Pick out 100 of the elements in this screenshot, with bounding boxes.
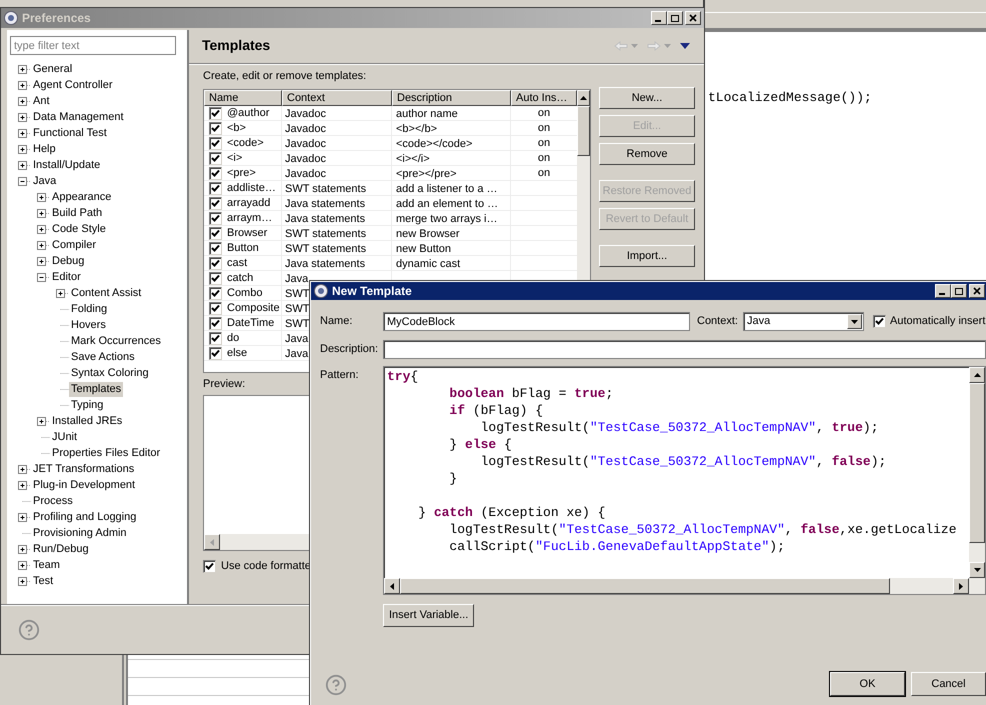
checkbox[interactable] xyxy=(209,272,222,284)
tree-item[interactable]: Content Assist xyxy=(69,286,144,300)
tree-item[interactable]: Process xyxy=(31,494,75,508)
name-field[interactable]: MyCodeBlock xyxy=(383,312,690,331)
expand-icon[interactable] xyxy=(18,480,31,490)
action-button[interactable]: Import... xyxy=(599,245,695,267)
tree-item[interactable]: Hovers xyxy=(69,318,108,332)
maximize-button[interactable] xyxy=(951,284,967,298)
tree-item[interactable]: Java xyxy=(31,174,58,188)
checkbox[interactable] xyxy=(209,106,222,120)
tree-item[interactable]: Debug xyxy=(50,254,86,268)
checkbox[interactable] xyxy=(209,122,222,134)
expand-icon[interactable] xyxy=(18,96,31,106)
checkbox[interactable] xyxy=(209,316,222,330)
collapse-icon[interactable] xyxy=(37,272,50,282)
expand-icon[interactable] xyxy=(37,240,50,250)
tree-item[interactable]: Build Path xyxy=(50,206,104,220)
checkbox[interactable] xyxy=(209,286,222,300)
minimize-button[interactable] xyxy=(935,284,951,298)
tree-item[interactable]: Team xyxy=(31,558,62,572)
tree-item[interactable]: Installed JREs xyxy=(50,414,124,428)
expand-icon[interactable] xyxy=(18,464,31,474)
tree-item[interactable]: Functional Test xyxy=(31,126,109,140)
tree-item[interactable]: Editor xyxy=(50,270,83,284)
expand-icon[interactable] xyxy=(18,64,31,74)
tree-item[interactable]: Test xyxy=(31,574,56,588)
tree-item[interactable]: Folding xyxy=(69,302,110,316)
minimize-button[interactable] xyxy=(651,11,667,25)
column-header[interactable]: Name xyxy=(204,90,282,106)
expand-icon[interactable] xyxy=(18,128,31,138)
dialog-button[interactable]: OK xyxy=(830,672,905,696)
expand-icon[interactable] xyxy=(18,112,31,122)
expand-icon[interactable] xyxy=(37,256,50,266)
tree-item[interactable]: Data Management xyxy=(31,110,126,124)
tree-item[interactable]: JET Transformations xyxy=(31,462,136,476)
scroll-right-icon[interactable] xyxy=(959,582,963,590)
filter-field[interactable]: type filter text xyxy=(10,36,176,55)
scroll-up-icon[interactable] xyxy=(580,96,587,100)
checkbox[interactable] xyxy=(209,346,222,360)
expand-icon[interactable] xyxy=(56,288,69,298)
tree-item[interactable]: Ant xyxy=(31,94,52,108)
column-header[interactable]: Auto Ins… xyxy=(511,90,577,106)
tree-item[interactable]: Save Actions xyxy=(69,350,137,364)
checkbox[interactable] xyxy=(209,166,222,180)
expand-icon[interactable] xyxy=(37,224,50,234)
dialog-button[interactable]: Cancel xyxy=(911,672,986,696)
insert-variable-button[interactable]: Insert Variable... xyxy=(383,604,474,627)
checkbox[interactable] xyxy=(209,152,222,164)
tree-item[interactable]: Syntax Coloring xyxy=(69,366,151,380)
checkbox[interactable] xyxy=(203,560,216,573)
maximize-button[interactable] xyxy=(667,11,683,25)
expand-icon[interactable] xyxy=(18,512,31,522)
description-field[interactable] xyxy=(383,340,986,359)
checkbox[interactable] xyxy=(873,315,886,328)
action-button[interactable]: Remove xyxy=(599,143,695,165)
tree-item[interactable]: Plug-in Development xyxy=(31,478,138,492)
tree-item[interactable]: Properties Files Editor xyxy=(50,446,162,460)
checkbox[interactable] xyxy=(209,332,222,344)
column-header[interactable]: Description xyxy=(392,90,511,106)
tree-item[interactable]: General xyxy=(31,62,74,76)
checkbox[interactable] xyxy=(209,256,222,270)
tree-item[interactable]: Install/Update xyxy=(31,158,102,172)
expand-icon[interactable] xyxy=(37,192,50,202)
expand-icon[interactable] xyxy=(18,576,31,586)
expand-icon[interactable] xyxy=(18,80,31,90)
scrollbar[interactable] xyxy=(969,367,985,578)
close-button[interactable] xyxy=(969,284,985,298)
tree-item[interactable]: Agent Controller xyxy=(31,78,114,92)
column-header[interactable]: Context xyxy=(282,90,392,106)
expand-icon[interactable] xyxy=(37,208,50,218)
action-button[interactable]: New... xyxy=(599,87,695,109)
scrollbar[interactable] xyxy=(384,578,985,594)
expand-icon[interactable] xyxy=(18,144,31,154)
expand-icon[interactable] xyxy=(37,416,50,426)
scroll-left-icon[interactable] xyxy=(390,582,394,590)
context-dropdown[interactable]: Java xyxy=(743,312,864,331)
expand-icon[interactable] xyxy=(18,160,31,170)
checkbox[interactable] xyxy=(209,242,222,254)
pattern-editor[interactable] xyxy=(383,366,986,595)
checkbox[interactable] xyxy=(209,136,222,150)
tree-item[interactable]: Compiler xyxy=(50,238,98,252)
tree-item[interactable]: Help xyxy=(31,142,58,156)
tree-item[interactable]: Appearance xyxy=(50,190,114,204)
tree-item[interactable]: Run/Debug xyxy=(31,542,91,556)
tree-item[interactable]: Profiling and Logging xyxy=(31,510,138,524)
tree-item[interactable]: Code Style xyxy=(50,222,108,236)
checkbox[interactable] xyxy=(209,302,222,314)
tree-item[interactable]: Templates xyxy=(69,382,124,396)
checkbox[interactable] xyxy=(209,226,222,240)
scroll-down-icon[interactable] xyxy=(974,568,980,572)
scroll-up-icon[interactable] xyxy=(974,373,980,377)
expand-icon[interactable] xyxy=(18,560,31,570)
checkbox[interactable] xyxy=(209,182,222,194)
checkbox[interactable] xyxy=(209,212,222,224)
tree-item[interactable]: Mark Occurrences xyxy=(69,334,163,348)
close-button[interactable] xyxy=(685,11,701,25)
view-menu-icon[interactable] xyxy=(680,42,690,48)
collapse-icon[interactable] xyxy=(18,176,31,186)
tree-item[interactable]: JUnit xyxy=(50,430,80,444)
tree-item[interactable]: Typing xyxy=(69,398,106,412)
